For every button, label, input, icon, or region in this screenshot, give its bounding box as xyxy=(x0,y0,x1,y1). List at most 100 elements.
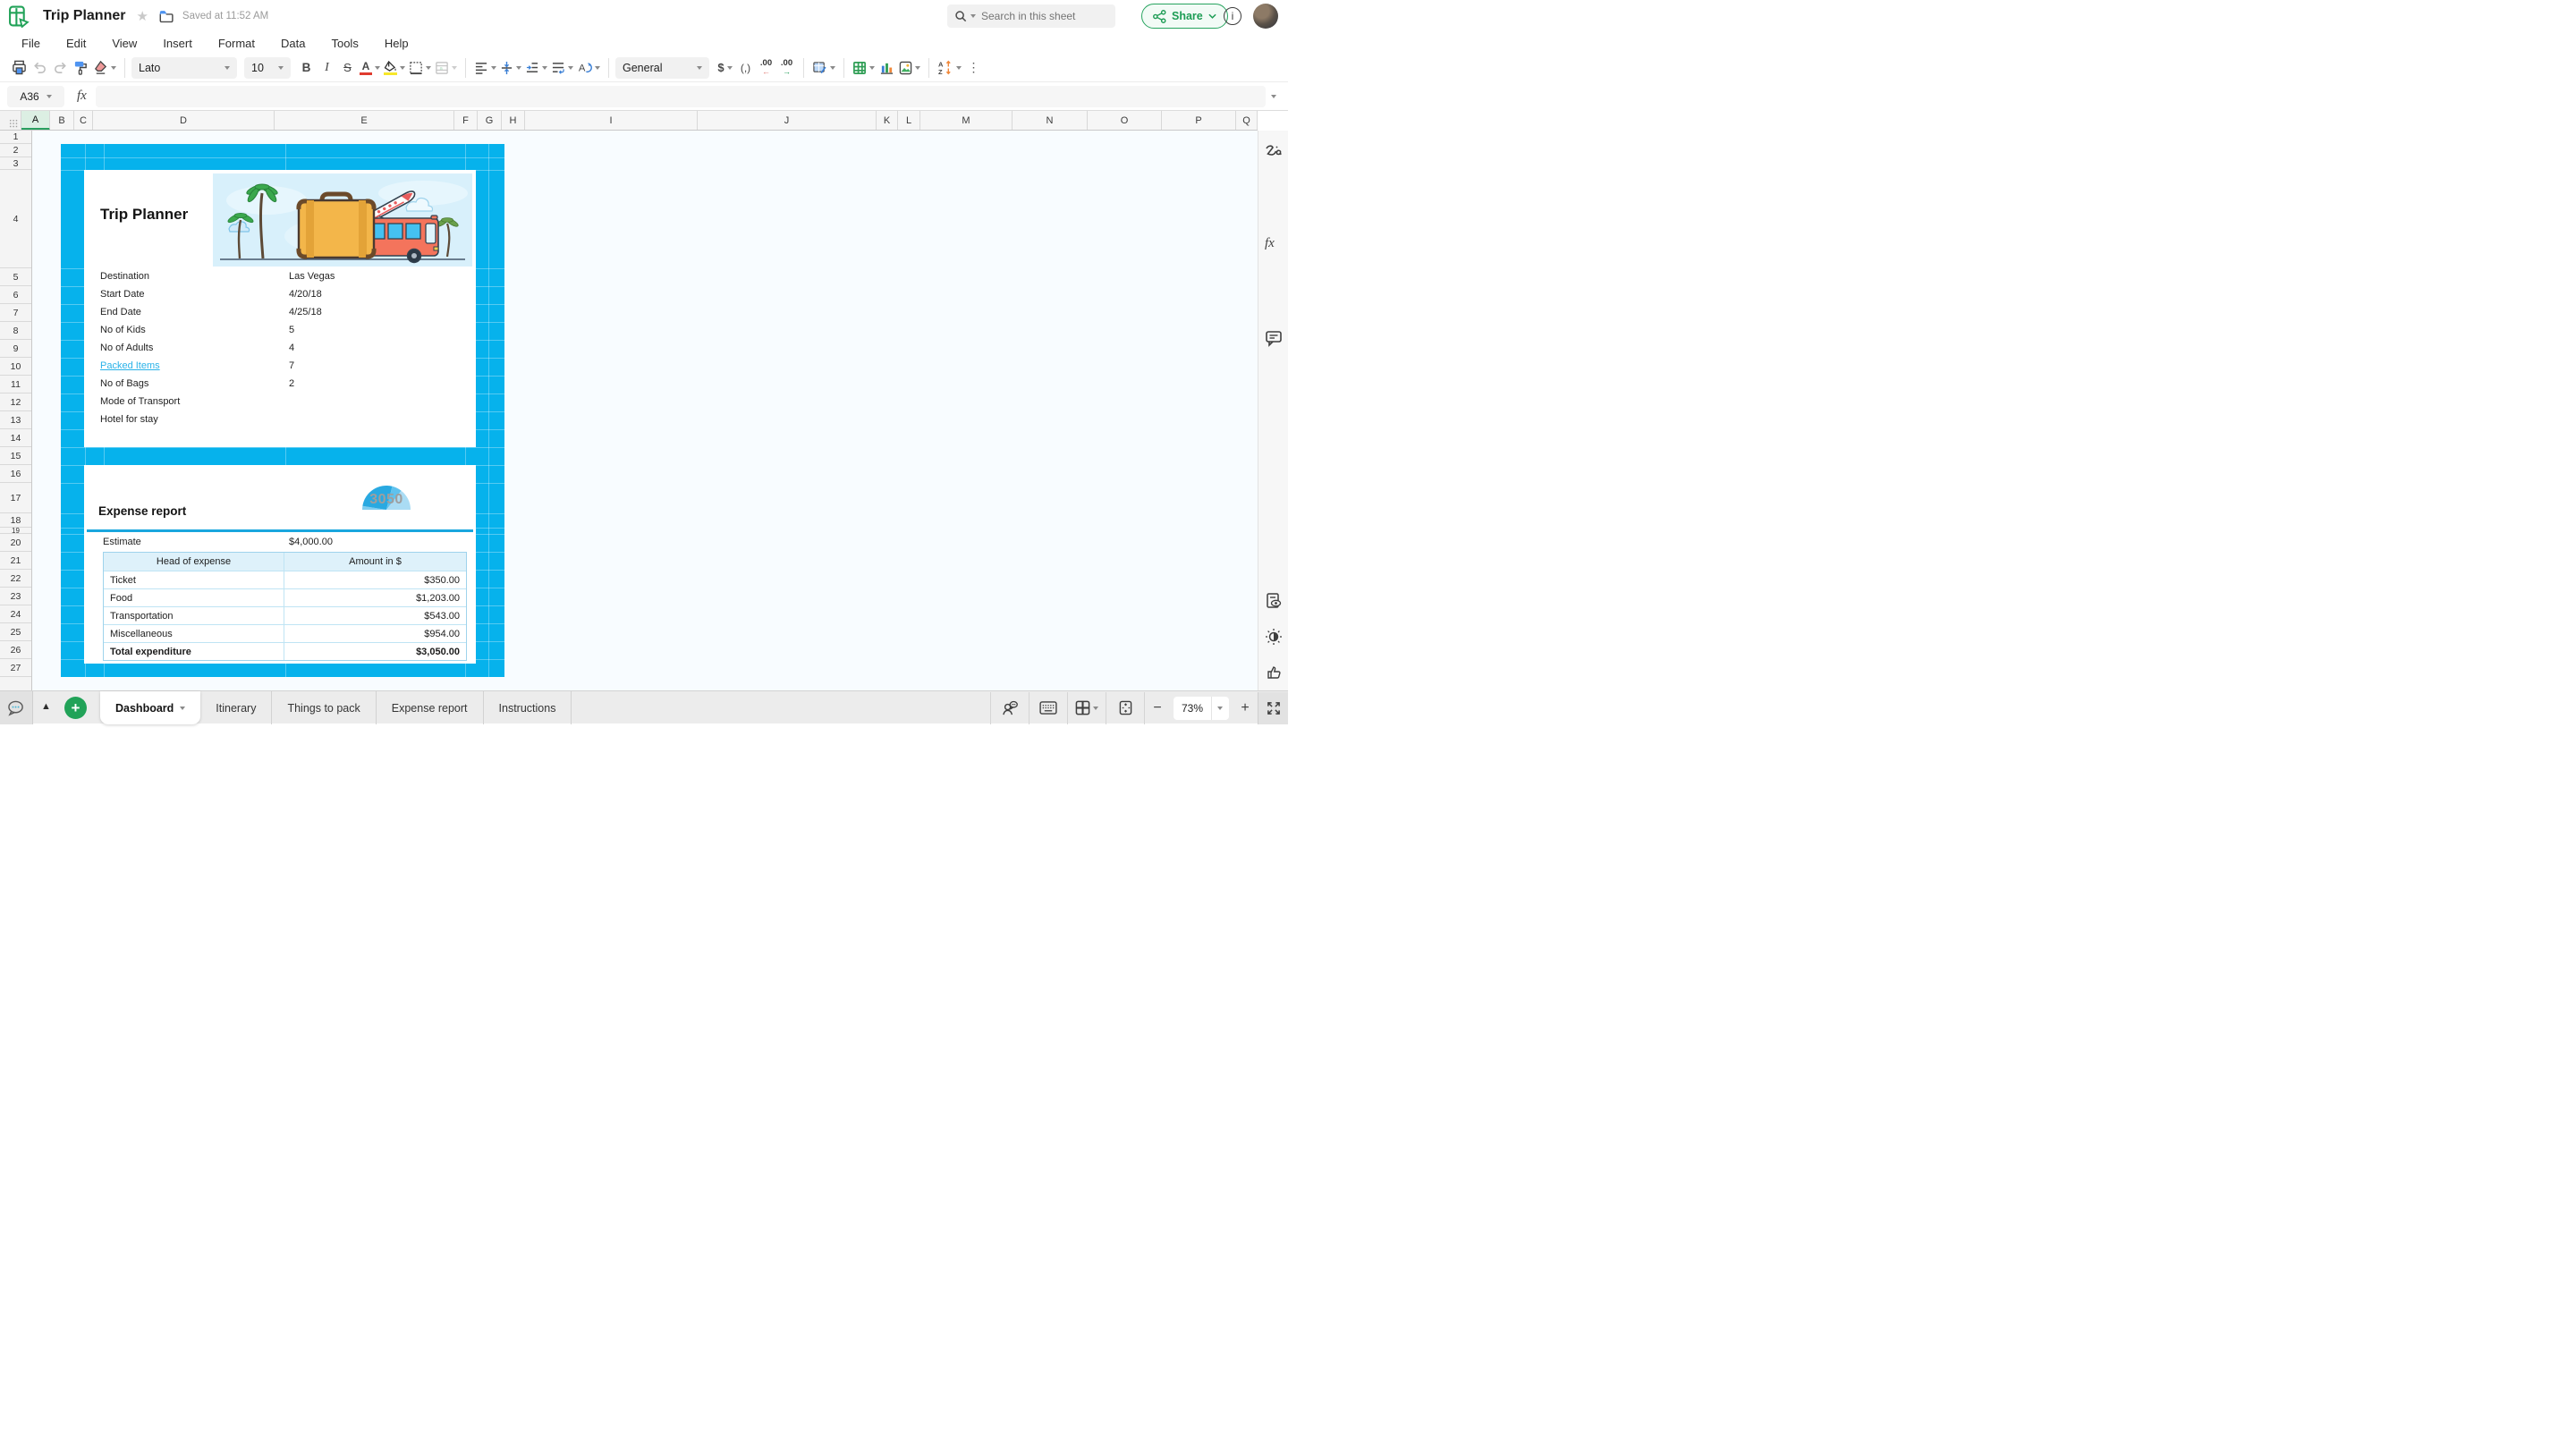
row-header-21[interactable]: 21 xyxy=(0,552,31,570)
row-header-10[interactable]: 10 xyxy=(0,358,31,376)
column-header-E[interactable]: E xyxy=(275,111,454,131)
search-input[interactable] xyxy=(981,10,1106,22)
column-header-N[interactable]: N xyxy=(1013,111,1088,131)
sort-caret[interactable] xyxy=(956,66,962,70)
active-tab-caret[interactable] xyxy=(180,707,185,710)
column-header-P[interactable]: P xyxy=(1162,111,1236,131)
number-format-select[interactable]: General xyxy=(615,57,709,79)
sort-button[interactable]: AZ xyxy=(936,56,963,80)
conditional-format-caret[interactable] xyxy=(830,66,835,70)
tab-things-to-pack[interactable]: Things to pack xyxy=(272,691,376,724)
zoom-out-button[interactable]: − xyxy=(1145,700,1170,716)
packed-items-link[interactable]: Packed Items xyxy=(100,360,160,371)
info-button[interactable]: i xyxy=(1224,7,1241,25)
row-header-6[interactable]: 6 xyxy=(0,286,31,304)
column-header-F[interactable]: F xyxy=(454,111,478,131)
share-button[interactable]: Share xyxy=(1141,4,1228,29)
borders-caret[interactable] xyxy=(426,66,431,70)
text-rotate-button[interactable]: A xyxy=(575,56,602,80)
column-header-O[interactable]: O xyxy=(1088,111,1162,131)
row-header-27[interactable]: 27 xyxy=(0,659,31,677)
favorite-star-icon[interactable]: ★ xyxy=(136,8,148,24)
currency-caret[interactable] xyxy=(727,66,733,70)
font-color-caret[interactable] xyxy=(375,66,380,70)
menu-file[interactable]: File xyxy=(21,37,40,50)
zia-assistant-icon[interactable] xyxy=(1265,143,1283,161)
column-header-Q[interactable]: Q xyxy=(1236,111,1258,131)
horizontal-align-caret[interactable] xyxy=(491,66,496,70)
formula-bar-expand-caret[interactable] xyxy=(1271,95,1276,98)
tab-itinerary[interactable]: Itinerary xyxy=(200,691,272,724)
row-header-1[interactable]: 1 xyxy=(0,131,31,144)
comma-format-button[interactable]: (,) xyxy=(735,56,756,80)
row-header-26[interactable]: 26 xyxy=(0,641,31,659)
row-header-25[interactable]: 25 xyxy=(0,623,31,641)
redo-button[interactable] xyxy=(50,56,71,80)
column-header-B[interactable]: B xyxy=(50,111,74,131)
merge-cells-button[interactable]: a xyxy=(433,56,459,80)
italic-button[interactable]: I xyxy=(317,56,337,80)
column-header-I[interactable]: I xyxy=(525,111,698,131)
row-header-7[interactable]: 7 xyxy=(0,304,31,322)
text-rotate-caret[interactable] xyxy=(595,66,600,70)
discuss-users-button[interactable] xyxy=(991,692,1029,724)
menu-format[interactable]: Format xyxy=(218,37,255,50)
zoom-in-button[interactable]: + xyxy=(1233,700,1258,716)
zoom-dropdown[interactable] xyxy=(1211,697,1227,720)
column-header-C[interactable]: C xyxy=(74,111,93,131)
row-header-16[interactable]: 16 xyxy=(0,465,31,483)
discussion-corner[interactable] xyxy=(0,691,33,724)
menu-edit[interactable]: Edit xyxy=(66,37,86,50)
currency-format-button[interactable]: $ xyxy=(715,56,735,80)
font-size-select[interactable]: 10 xyxy=(244,57,291,79)
function-panel-icon[interactable]: fx xyxy=(1265,236,1283,254)
clear-format-caret[interactable] xyxy=(111,66,116,70)
column-header-H[interactable]: H xyxy=(502,111,525,131)
name-box[interactable]: A36 xyxy=(7,86,64,107)
row-header-4[interactable]: 4 xyxy=(0,170,31,268)
contrast-theme-icon[interactable] xyxy=(1265,628,1283,646)
row-header-3[interactable]: 3 xyxy=(0,157,31,170)
row-header-20[interactable]: 20 xyxy=(0,534,31,552)
strikethrough-button[interactable]: S xyxy=(337,56,358,80)
freeze-panes-caret[interactable] xyxy=(1093,707,1098,710)
fullscreen-button[interactable] xyxy=(1258,692,1288,724)
column-header-D[interactable]: D xyxy=(93,111,275,131)
row-header-2[interactable]: 2 xyxy=(0,144,31,157)
column-header-J[interactable]: J xyxy=(698,111,877,131)
tab-dashboard[interactable]: Dashboard xyxy=(100,691,200,724)
formula-input[interactable] xyxy=(96,86,1266,107)
merge-cells-caret[interactable] xyxy=(452,66,457,70)
insert-image-button[interactable] xyxy=(897,56,922,80)
insert-table-caret[interactable] xyxy=(869,66,875,70)
insert-image-caret[interactable] xyxy=(915,66,920,70)
column-header-M[interactable]: M xyxy=(920,111,1013,131)
row-header-22[interactable]: 22 xyxy=(0,570,31,588)
row-header-18[interactable]: 18 xyxy=(0,513,31,528)
row-header-13[interactable]: 13 xyxy=(0,411,31,429)
row-header-11[interactable]: 11 xyxy=(0,376,31,393)
row-header-12[interactable]: 12 xyxy=(0,393,31,411)
sheet-list-button[interactable]: ▲ xyxy=(41,701,51,712)
vertical-align-button[interactable] xyxy=(498,56,523,80)
sheet-search[interactable] xyxy=(947,4,1115,28)
indent-caret[interactable] xyxy=(542,66,547,70)
column-header-K[interactable]: K xyxy=(877,111,898,131)
search-scope-caret[interactable] xyxy=(970,14,976,18)
menu-data[interactable]: Data xyxy=(281,37,305,50)
vertical-align-caret[interactable] xyxy=(516,66,521,70)
row-header-17[interactable]: 17 xyxy=(0,483,31,513)
borders-button[interactable] xyxy=(407,56,433,80)
column-header-G[interactable]: G xyxy=(478,111,502,131)
horizontal-align-button[interactable] xyxy=(472,56,498,80)
insert-chart-button[interactable] xyxy=(877,56,897,80)
tab-expense-report[interactable]: Expense report xyxy=(377,691,484,724)
fill-color-button[interactable] xyxy=(382,56,407,80)
row-header-24[interactable]: 24 xyxy=(0,605,31,623)
sheet-canvas[interactable]: Trip Planner xyxy=(32,131,1258,690)
folder-icon[interactable] xyxy=(159,10,174,23)
column-header-L[interactable]: L xyxy=(898,111,920,131)
select-all-corner[interactable] xyxy=(0,111,21,131)
row-header-14[interactable]: 14 xyxy=(0,429,31,447)
bold-button[interactable]: B xyxy=(296,56,317,80)
